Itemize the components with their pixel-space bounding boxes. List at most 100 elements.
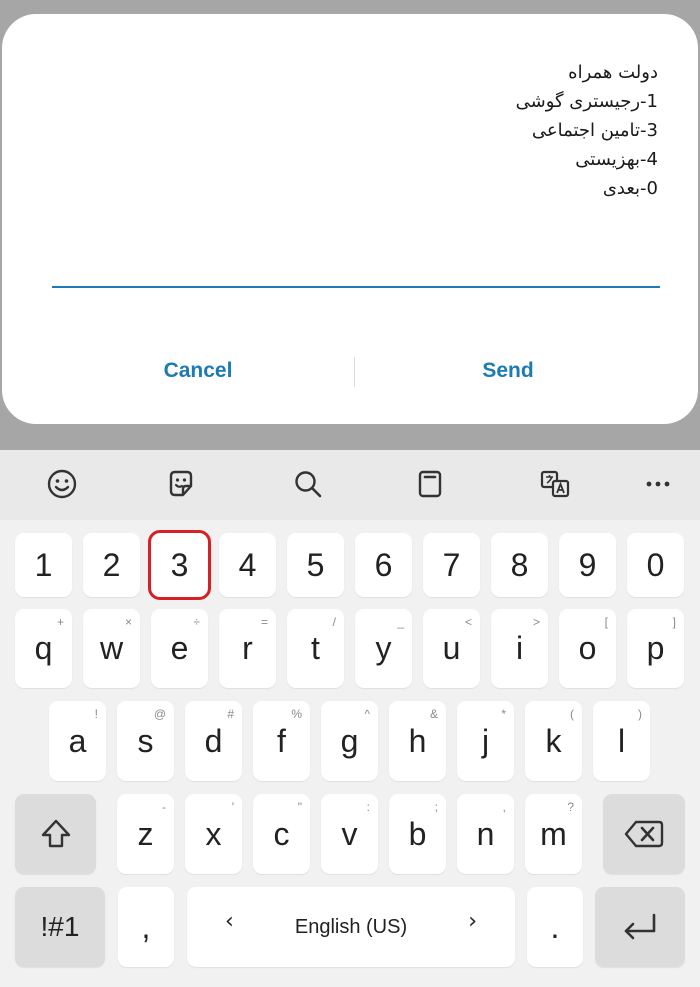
period-key[interactable]: . bbox=[527, 887, 583, 967]
key-sub-label: ! bbox=[94, 707, 98, 721]
key-j[interactable]: * j bbox=[457, 701, 514, 781]
key-y[interactable]: _ y bbox=[355, 609, 412, 688]
key-label: d bbox=[204, 722, 223, 759]
key-label: 0 bbox=[646, 546, 665, 583]
key-1[interactable]: 1 bbox=[15, 533, 72, 597]
key-label: 2 bbox=[102, 546, 121, 583]
key-v[interactable]: :v bbox=[321, 794, 378, 874]
key-z[interactable]: -z bbox=[117, 794, 174, 874]
emoji-icon[interactable] bbox=[44, 466, 80, 502]
key-label: g bbox=[340, 722, 359, 759]
key-b[interactable]: ; b bbox=[389, 794, 446, 874]
key-r[interactable]: = r bbox=[219, 609, 276, 688]
key-label: 9 bbox=[578, 546, 597, 583]
key-8[interactable]: 8 bbox=[491, 533, 548, 597]
shift-key[interactable] bbox=[15, 794, 96, 874]
key-o[interactable]: [o bbox=[559, 609, 616, 688]
language-left-arrow-icon: ‹ bbox=[225, 909, 234, 934]
key-label: p bbox=[646, 630, 665, 666]
key-m[interactable]: ? m bbox=[525, 794, 582, 874]
key-4[interactable]: 4 bbox=[219, 533, 276, 597]
clipboard-icon[interactable] bbox=[412, 466, 448, 502]
key-w[interactable]: × w bbox=[83, 609, 140, 688]
key-label: k bbox=[545, 722, 562, 759]
key-7[interactable]: 7 bbox=[423, 533, 480, 597]
key-sub-label: @ bbox=[153, 707, 166, 721]
key-l[interactable]: ) l bbox=[593, 701, 650, 781]
key-h[interactable]: & h bbox=[389, 701, 446, 781]
backspace-icon bbox=[624, 820, 664, 848]
key-label: x bbox=[205, 815, 222, 852]
key-label: i bbox=[515, 630, 524, 666]
backspace-key[interactable] bbox=[603, 794, 685, 874]
key-label: 7 bbox=[442, 546, 461, 583]
key-0[interactable]: 0 bbox=[627, 533, 684, 597]
key-label: n bbox=[476, 815, 495, 852]
key-label: 3 bbox=[170, 546, 189, 583]
key-n[interactable]: ,n bbox=[457, 794, 514, 874]
key-q[interactable]: + q bbox=[15, 609, 72, 688]
key-t[interactable]: / t bbox=[287, 609, 344, 688]
key-sub-label: + bbox=[56, 615, 64, 629]
comma-key[interactable]: , bbox=[118, 887, 174, 967]
key-label: z bbox=[137, 815, 154, 852]
key-label: 4 bbox=[238, 546, 257, 583]
key-sub-label: * bbox=[501, 707, 506, 721]
key-sub-label: ÷ bbox=[193, 615, 200, 629]
key-label: 8 bbox=[510, 546, 529, 583]
ussd-line-option-1: 1-رجیستری گوشی bbox=[515, 91, 658, 112]
more-icon[interactable] bbox=[640, 466, 676, 502]
key-sub-label: % bbox=[291, 707, 302, 721]
button-divider bbox=[354, 357, 355, 387]
key-sub-label: < bbox=[464, 615, 472, 629]
enter-icon bbox=[624, 913, 656, 940]
key-label: r bbox=[242, 630, 253, 666]
ussd-line-option-4: 4-بهزیستی bbox=[575, 149, 658, 170]
spacebar[interactable]: ‹ English (US) › bbox=[187, 887, 515, 967]
key-k[interactable]: (k bbox=[525, 701, 582, 781]
key-sub-label: , bbox=[502, 800, 506, 814]
ussd-line-title: دولت همراه bbox=[568, 62, 658, 83]
key-f[interactable]: % f bbox=[253, 701, 310, 781]
key-sub-label: " bbox=[297, 800, 302, 814]
search-icon[interactable] bbox=[290, 466, 326, 502]
key-9[interactable]: 9 bbox=[559, 533, 616, 597]
key-6[interactable]: 6 bbox=[355, 533, 412, 597]
key-5[interactable]: 5 bbox=[287, 533, 344, 597]
sticker-icon[interactable] bbox=[163, 466, 199, 502]
key-3[interactable]: 3 bbox=[148, 530, 211, 600]
send-button[interactable]: Send bbox=[358, 344, 658, 398]
key-2[interactable]: 2 bbox=[83, 533, 140, 597]
key-g[interactable]: ^ g bbox=[321, 701, 378, 781]
key-sub-label: ; bbox=[434, 800, 438, 814]
key-s[interactable]: @ s bbox=[117, 701, 174, 781]
key-p[interactable]: ] p bbox=[627, 609, 684, 688]
symbols-label: !#1 bbox=[40, 911, 80, 942]
symbols-key[interactable]: !#1 bbox=[15, 887, 105, 967]
key-sub-label: - bbox=[162, 800, 166, 814]
key-c[interactable]: " c bbox=[253, 794, 310, 874]
key-a[interactable]: ! a bbox=[49, 701, 106, 781]
key-e[interactable]: ÷ e bbox=[151, 609, 208, 688]
key-sub-label: ^ bbox=[364, 707, 370, 721]
reply-input[interactable] bbox=[52, 264, 660, 288]
key-sub-label: # bbox=[227, 707, 234, 721]
ussd-line-option-3: 3-تامین اجتماعی bbox=[531, 120, 658, 141]
key-x[interactable]: ' x bbox=[185, 794, 242, 874]
key-d[interactable]: # d bbox=[185, 701, 242, 781]
language-label: English (US) bbox=[294, 915, 408, 938]
key-label: a bbox=[68, 722, 87, 759]
key-sub-label: ) bbox=[638, 707, 642, 721]
key-label: u bbox=[442, 630, 461, 666]
key-i[interactable]: > i bbox=[491, 609, 548, 688]
key-label: 5 bbox=[306, 546, 325, 583]
key-sub-label: _ bbox=[397, 615, 404, 629]
translate-icon[interactable] bbox=[537, 466, 573, 502]
key-sub-label: > bbox=[532, 615, 540, 629]
key-u[interactable]: < u bbox=[423, 609, 480, 688]
key-label: y bbox=[375, 630, 392, 666]
enter-key[interactable] bbox=[595, 887, 685, 967]
key-sub-label: ' bbox=[231, 800, 234, 814]
key-label: j bbox=[481, 722, 490, 759]
cancel-button[interactable]: Cancel bbox=[48, 344, 348, 398]
